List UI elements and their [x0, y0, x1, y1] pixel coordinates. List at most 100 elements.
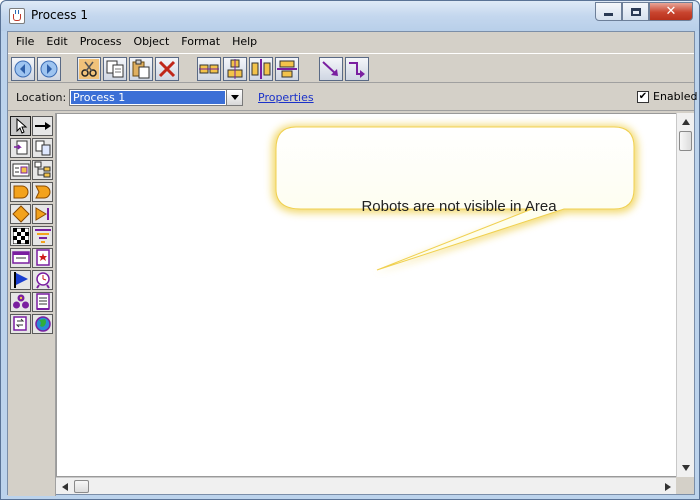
document-tool[interactable]: [10, 138, 31, 158]
horizontal-scrollbar[interactable]: [56, 477, 678, 494]
delay-shape-icon: [13, 185, 28, 199]
callout-bubble: [272, 125, 638, 273]
elbow-connector-button[interactable]: [345, 57, 369, 81]
cut-button[interactable]: [77, 57, 101, 81]
align-icon: [199, 64, 219, 74]
refresh-icon: [12, 316, 27, 331]
refresh-tool[interactable]: [10, 314, 31, 334]
copy-button[interactable]: [103, 57, 127, 81]
align-icon: [227, 59, 243, 79]
delay-outline-tool[interactable]: [32, 182, 53, 202]
scroll-down-icon[interactable]: [681, 464, 691, 472]
chevron-down-icon[interactable]: [226, 90, 242, 105]
delay-tool[interactable]: [10, 182, 31, 202]
checkered-tool[interactable]: [10, 226, 31, 246]
menu-object[interactable]: Object: [127, 32, 175, 52]
forward-arrow-icon: [40, 60, 58, 78]
tree-icon: [34, 161, 50, 178]
flag-icon: [13, 272, 28, 288]
step-end-icon: [35, 207, 49, 221]
group-tool[interactable]: [10, 292, 31, 312]
location-value: Process 1: [71, 91, 225, 104]
pointer-tool[interactable]: [10, 116, 31, 136]
end-tool[interactable]: [32, 204, 53, 224]
align-icon: [277, 60, 297, 78]
window-icon: [11, 251, 30, 264]
enabled-toggle[interactable]: ✔ Enabled: [637, 90, 697, 103]
menu-process[interactable]: Process: [74, 32, 128, 52]
title-bar[interactable]: Process 1 ✕: [1, 1, 699, 31]
module-tool[interactable]: [10, 160, 31, 180]
star-page-tool[interactable]: [32, 248, 53, 268]
align-stack-button[interactable]: [275, 57, 299, 81]
documents-icon: [35, 140, 50, 156]
forward-button[interactable]: [37, 57, 61, 81]
scroll-right-icon[interactable]: [664, 482, 672, 492]
menu-help[interactable]: Help: [226, 32, 263, 52]
checkered-icon: [12, 228, 29, 244]
pointer-icon: [16, 118, 27, 134]
minimize-icon: [604, 13, 613, 16]
diagonal-connector-icon: [322, 61, 338, 76]
module-icon: [12, 163, 29, 177]
back-button[interactable]: [11, 57, 35, 81]
clock-icon: [35, 272, 50, 289]
document-icon: [13, 140, 27, 155]
tree-tool[interactable]: [32, 160, 53, 180]
copy-icon: [106, 60, 124, 78]
close-button[interactable]: ✕: [649, 2, 693, 21]
client-area: File Edit Process Object Format Help Loc…: [7, 31, 697, 496]
window-title: Process 1: [31, 8, 88, 22]
scroll-left-icon[interactable]: [61, 482, 69, 492]
maximize-button[interactable]: [622, 2, 649, 21]
vertical-scrollbar[interactable]: [676, 113, 694, 477]
enabled-checkbox[interactable]: ✔: [637, 90, 649, 103]
funnel-tool[interactable]: [32, 226, 53, 246]
callout-text: Robots are not visible in Area: [361, 198, 557, 215]
delete-button[interactable]: [155, 57, 179, 81]
enabled-label: Enabled: [653, 90, 698, 103]
decision-tool[interactable]: [10, 204, 31, 224]
diamond-icon: [11, 205, 30, 223]
toolbar: [8, 53, 694, 83]
globe-tool[interactable]: [32, 314, 53, 334]
scroll-up-icon[interactable]: [681, 118, 691, 126]
horizontal-scroll-thumb[interactable]: [74, 480, 89, 493]
paste-button[interactable]: [129, 57, 153, 81]
documents-tool[interactable]: [32, 138, 53, 158]
menu-edit[interactable]: Edit: [40, 32, 73, 52]
tool-palette: [8, 113, 56, 496]
location-label: Location:: [16, 91, 67, 104]
scroll-corner: [676, 477, 694, 494]
process-window: Process 1 ✕ File Edit Process Object For…: [0, 0, 700, 500]
minimize-button[interactable]: [595, 2, 622, 21]
menu-bar: File Edit Process Object Format Help: [8, 32, 694, 52]
location-dropdown[interactable]: Process 1: [69, 89, 243, 106]
properties-link[interactable]: Properties: [258, 91, 314, 104]
back-arrow-icon: [14, 60, 32, 78]
star-page-icon: [35, 249, 50, 266]
align-icon: [251, 59, 271, 79]
funnel-icon: [34, 229, 51, 243]
delay-outline-icon: [34, 185, 50, 199]
paste-icon: [132, 59, 150, 79]
flag-tool[interactable]: [10, 270, 31, 290]
location-bar: Location: Process 1 Properties ✔ Enabled: [8, 85, 697, 111]
align-horizontal-button[interactable]: [197, 57, 221, 81]
report-tool[interactable]: [32, 292, 53, 312]
maximize-icon: [630, 7, 641, 16]
clock-tool[interactable]: [32, 270, 53, 290]
java-app-icon: [9, 8, 25, 24]
align-vertical-button[interactable]: [223, 57, 247, 81]
window-tool[interactable]: [10, 248, 31, 268]
diagonal-connector-button[interactable]: [319, 57, 343, 81]
menu-file[interactable]: File: [10, 32, 40, 52]
checkmark-icon: ✔: [638, 90, 648, 102]
delete-icon: [158, 60, 176, 78]
connector-tool[interactable]: [32, 116, 53, 136]
window-controls: ✕: [595, 2, 693, 22]
vertical-scroll-thumb[interactable]: [679, 131, 692, 151]
menu-format[interactable]: Format: [175, 32, 226, 52]
align-center-button[interactable]: [249, 57, 273, 81]
report-icon: [35, 293, 50, 310]
